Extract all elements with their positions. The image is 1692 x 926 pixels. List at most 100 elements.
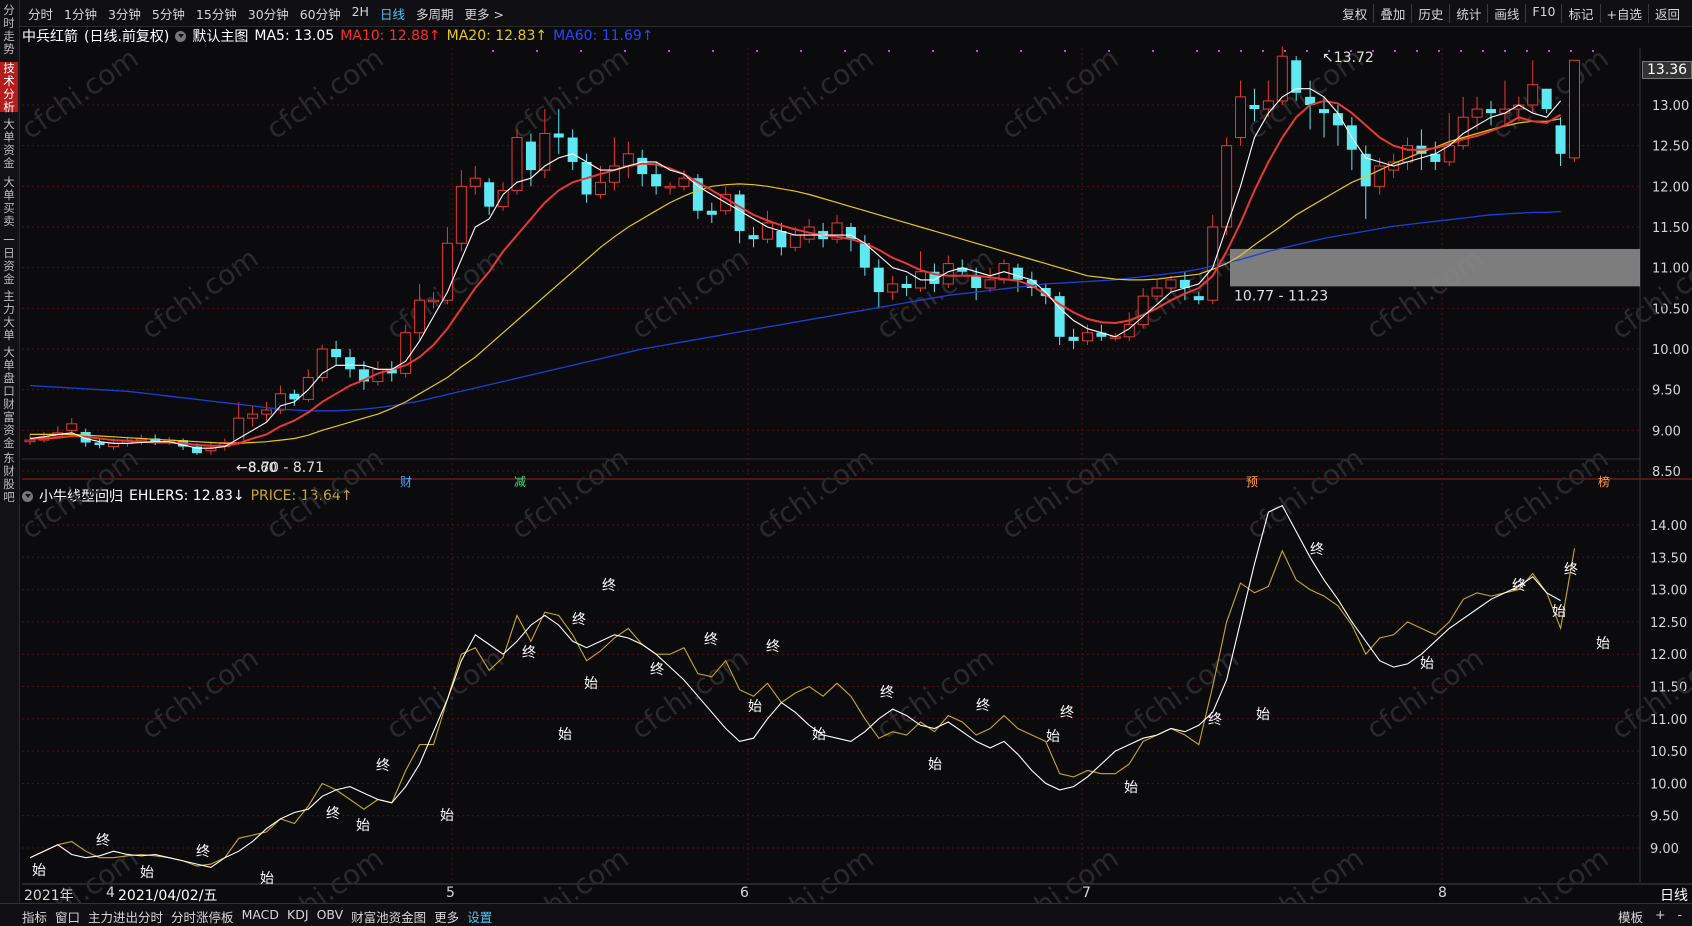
candle-down xyxy=(873,267,884,293)
candle-down xyxy=(706,210,717,215)
sub-tick-label: 12.00 xyxy=(1650,648,1687,663)
price-tick-label: 11.50 xyxy=(1652,221,1689,236)
candle-down xyxy=(901,283,912,288)
sub-tick-label: 9.00 xyxy=(1650,842,1679,857)
candle-down xyxy=(484,182,495,207)
signal-dot xyxy=(756,50,758,52)
candle-up xyxy=(1527,84,1539,106)
signal-dot xyxy=(1526,50,1528,52)
start-label: 始 xyxy=(928,757,942,773)
candle-down xyxy=(651,174,662,187)
signal-dot xyxy=(1196,50,1198,52)
bottom-items: 指标 窗口 主力进出分时 分时涨停板 MACD KDJ OBV 财富池资金图 更多 设置 xyxy=(22,907,492,926)
price-tick-label: 12.50 xyxy=(1652,140,1689,155)
candle-down xyxy=(1555,125,1566,154)
sub-tick-label: 14.00 xyxy=(1650,519,1687,534)
candle-down xyxy=(1193,296,1204,301)
end-label: 终 xyxy=(880,685,894,701)
candle-down xyxy=(553,133,564,138)
candle-up xyxy=(664,185,676,189)
signal-dot xyxy=(712,50,714,52)
sub-tick-label: 13.00 xyxy=(1650,584,1687,599)
candle-up xyxy=(428,299,440,303)
bottom-item-3[interactable]: 分时涨停板 xyxy=(171,907,234,926)
candle-down xyxy=(971,275,982,288)
start-label: 始 xyxy=(32,863,46,879)
candle-up xyxy=(1221,145,1233,228)
last-price-tag: 13.36 xyxy=(1642,61,1692,79)
price-tick-label: 9.50 xyxy=(1652,384,1681,399)
signal-dot xyxy=(668,50,670,52)
signal-dot xyxy=(580,50,582,52)
sub-tick-label: 13.50 xyxy=(1650,551,1687,566)
end-label: 终 xyxy=(196,844,210,860)
signal-dot xyxy=(888,50,890,52)
signal-dot xyxy=(932,50,934,52)
start-label: 始 xyxy=(1256,707,1270,723)
end-label: 终 xyxy=(602,578,616,594)
signal-dot xyxy=(1328,50,1330,52)
candle-down xyxy=(567,137,578,162)
candle-down xyxy=(1249,105,1260,110)
signal-dot xyxy=(1152,50,1154,52)
high-price-label: ↖13.72 xyxy=(1322,50,1374,66)
candle-up xyxy=(1471,108,1483,118)
signal-dot xyxy=(1394,50,1396,52)
sub-tick-label: 10.00 xyxy=(1650,777,1687,792)
sub-tick-label: 10.50 xyxy=(1650,745,1687,760)
candle-up xyxy=(887,283,899,293)
bottom-item-5[interactable]: KDJ xyxy=(287,907,309,926)
signal-dot xyxy=(976,50,978,52)
bottom-item-6[interactable]: OBV xyxy=(317,907,344,926)
signal-dot xyxy=(1438,50,1440,52)
candle-down xyxy=(345,357,356,370)
start-label: 始 xyxy=(140,865,154,881)
signal-dot xyxy=(1350,50,1352,52)
price-tick-label: 10.00 xyxy=(1652,343,1689,358)
candle-up xyxy=(247,413,259,419)
candle-up xyxy=(261,409,273,415)
bottom-item-8[interactable]: 更多 xyxy=(434,907,459,926)
bottom-item-0[interactable]: 指标 xyxy=(22,907,47,926)
candle-up xyxy=(984,279,996,289)
candle-up xyxy=(1151,287,1163,297)
period-label[interactable]: 日线 xyxy=(1660,885,1688,905)
candle-down xyxy=(1291,60,1302,93)
bottom-item-2[interactable]: 主力进出分时 xyxy=(88,907,163,926)
candle-up xyxy=(678,177,690,187)
signal-dot xyxy=(1108,50,1110,52)
signal-dot xyxy=(1482,50,1484,52)
month-7-label: 7 xyxy=(1082,885,1091,901)
ehlers-line xyxy=(29,504,1561,868)
start-label: 始 xyxy=(1552,604,1566,620)
bottom-item-9[interactable]: 设置 xyxy=(467,907,492,926)
signal-dot xyxy=(536,50,538,52)
bottom-item-4[interactable]: MACD xyxy=(242,907,279,926)
event-marker: 财 xyxy=(400,475,412,489)
price-tick-label: 9.00 xyxy=(1652,424,1681,439)
candle-down xyxy=(1012,267,1023,280)
signal-dot xyxy=(1284,50,1286,52)
watermark-text: cfchi.com xyxy=(135,641,264,745)
bottom-item-7[interactable]: 财富池资金图 xyxy=(351,907,426,926)
candle-up xyxy=(1262,100,1274,110)
bottom-item-1[interactable]: 窗口 xyxy=(55,907,80,926)
zoom-out-button[interactable]: - xyxy=(1677,907,1682,926)
start-label: 始 xyxy=(584,676,598,692)
start-label: 始 xyxy=(1124,780,1138,796)
zoom-in-button[interactable]: + xyxy=(1655,907,1665,926)
month-8-label: 8 xyxy=(1438,885,1447,901)
signal-dot xyxy=(492,50,494,52)
end-label: 终 xyxy=(1310,542,1324,558)
end-label: 终 xyxy=(522,645,536,661)
candle-down xyxy=(748,235,759,240)
start-label: 始 xyxy=(1046,729,1060,745)
candle-up xyxy=(497,189,509,208)
candle-down xyxy=(1319,109,1330,114)
start-label: 始 xyxy=(558,727,572,743)
template-button[interactable]: 模板 xyxy=(1618,907,1643,926)
candle-up xyxy=(24,439,36,443)
sub-tick-label: 12.50 xyxy=(1650,616,1687,631)
candle-up xyxy=(66,423,78,431)
chart-canvas[interactable]: 13.0012.5012.0011.5011.0010.5010.009.509… xyxy=(0,0,1692,925)
